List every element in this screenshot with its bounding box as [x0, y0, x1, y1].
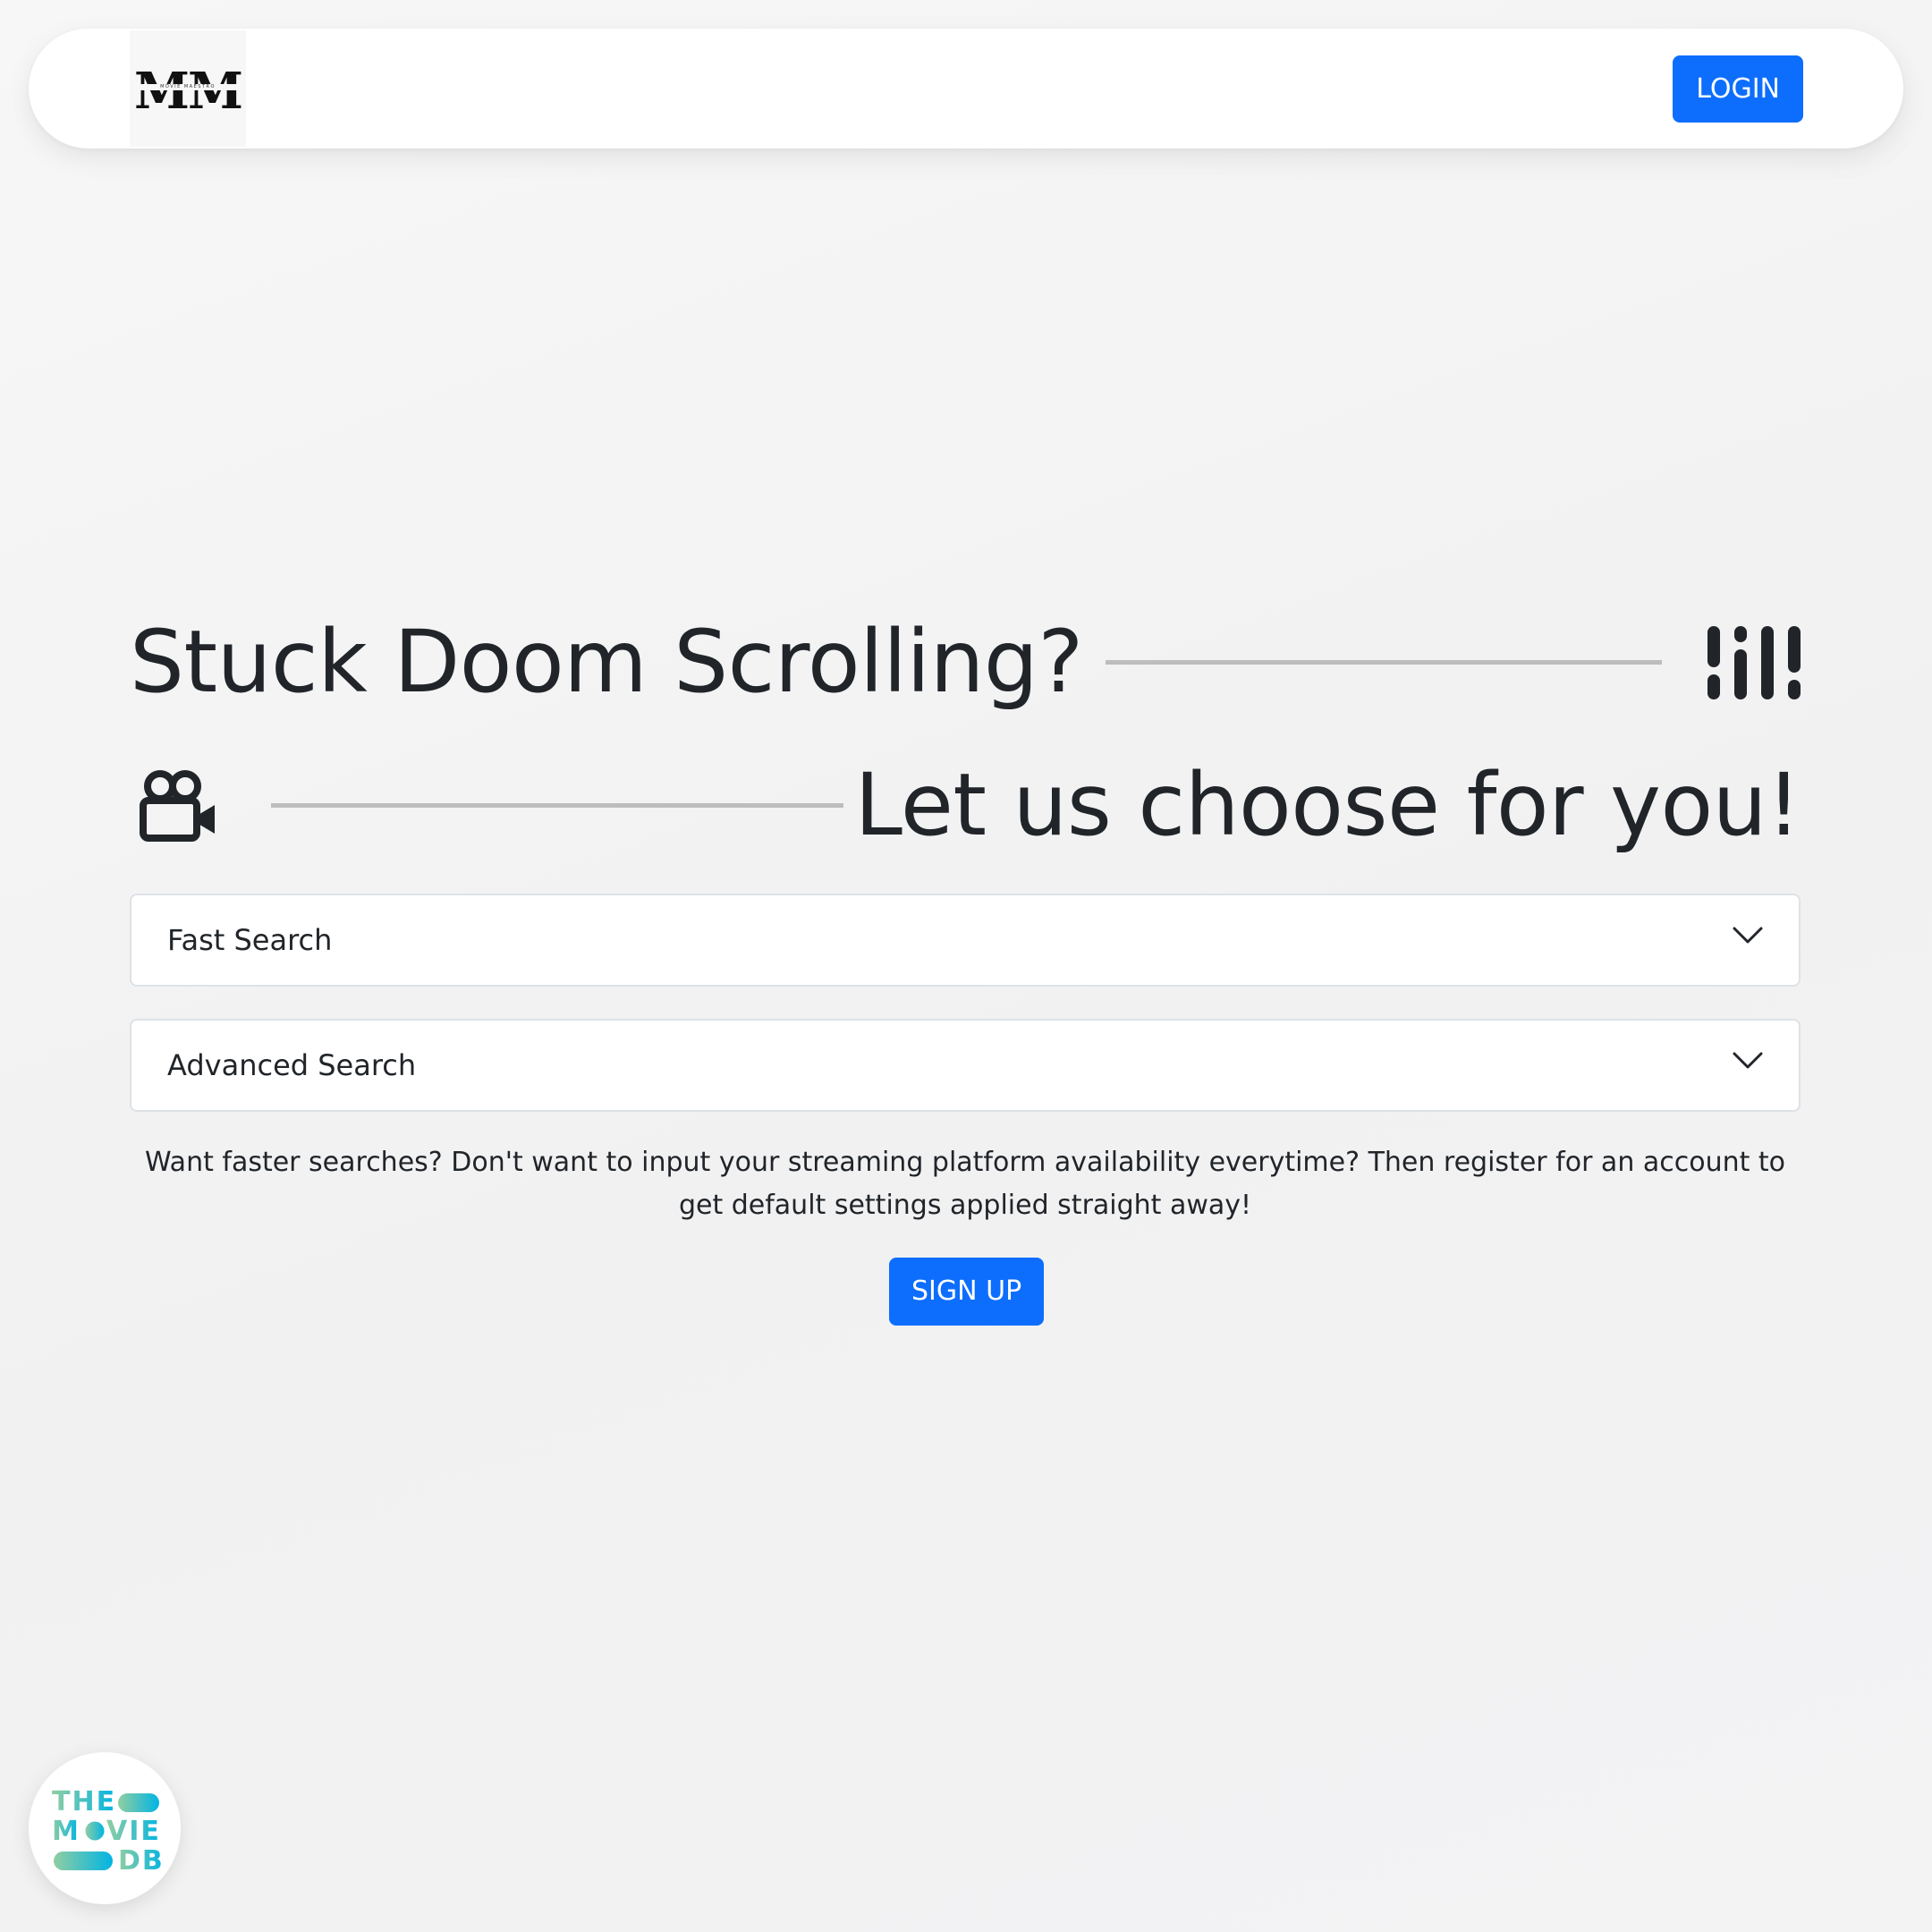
- hero-title-line-1: Stuck Doom Scrolling?: [130, 612, 1083, 712]
- tmdb-badge[interactable]: THE M VIE DB: [29, 1752, 181, 1904]
- tmdb-pill-top: [118, 1793, 159, 1812]
- brand-logo-tagline: MOVIE MAESTRO: [130, 84, 246, 90]
- tmdb-text-the: THE: [52, 1786, 116, 1818]
- equalizer-icon: [1707, 626, 1801, 699]
- accordion-advanced-search-label: Advanced Search: [167, 1048, 417, 1082]
- tmdb-text-db: DB: [118, 1845, 161, 1872]
- login-button[interactable]: LOGIN: [1673, 55, 1803, 123]
- accordion-fast-search[interactable]: Fast Search: [130, 894, 1801, 987]
- tmdb-text-vie: VIE: [106, 1816, 161, 1847]
- hero-line-2: Let us choose for you!: [130, 747, 1801, 863]
- navbar: MM MOVIE MAESTRO LOGIN: [29, 29, 1903, 148]
- signup-promo-text: Want faster searches? Don't want to inpu…: [144, 1147, 1786, 1221]
- camera-reels-icon: [140, 770, 215, 842]
- brand-logo[interactable]: MM MOVIE MAESTRO: [130, 30, 246, 147]
- brand-logo-letters: MM: [134, 62, 243, 121]
- tmdb-pill-bottom: [54, 1852, 113, 1870]
- tmdb-logo-icon: THE M VIE DB: [52, 1786, 161, 1872]
- chevron-down-icon: [1733, 1052, 1763, 1069]
- hero-divider-2: [271, 803, 843, 808]
- hero-title-line-2: Let us choose for you!: [854, 755, 1801, 855]
- chevron-down-icon: [1733, 927, 1763, 944]
- hero-divider-1: [1106, 660, 1662, 665]
- hero-line-1: Stuck Doom Scrolling?: [130, 604, 1801, 720]
- accordion-fast-search-label: Fast Search: [167, 923, 333, 957]
- signup-button[interactable]: SIGN UP: [889, 1258, 1045, 1326]
- accordion-advanced-search[interactable]: Advanced Search: [130, 1019, 1801, 1112]
- tmdb-dot: [85, 1821, 105, 1841]
- tmdb-text-m: M: [52, 1816, 79, 1847]
